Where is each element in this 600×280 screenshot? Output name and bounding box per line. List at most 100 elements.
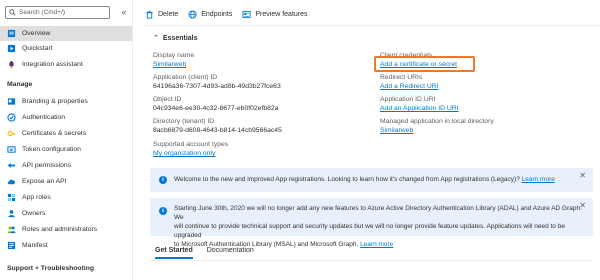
sidebar-item-label: Overview: [22, 30, 51, 37]
delete-label: Delete: [158, 10, 179, 18]
preview-icon: [242, 10, 251, 18]
tab-documentation[interactable]: Documentation: [207, 247, 254, 259]
sidebar-item-label: Certificates & secrets: [22, 130, 87, 137]
managed-app-field: Managed application in local directory S…: [380, 118, 494, 134]
sidebar-item-label: Expose an API: [22, 178, 67, 185]
managed-app-label: Managed application in local directory: [380, 118, 494, 125]
rocket-icon: [7, 60, 16, 69]
app-roles-icon: [7, 193, 16, 202]
display-name-label: Display name: [153, 52, 195, 59]
sidebar-item-manifest[interactable]: Manifest: [0, 238, 132, 253]
sidebar-item-label: Integration assistant: [22, 61, 83, 68]
sidebar-item-authentication[interactable]: Authentication: [0, 110, 132, 125]
sidebar: « Overview Quickstart Integration assist…: [0, 0, 133, 280]
authentication-icon: [7, 113, 16, 122]
search-icon: [9, 9, 16, 16]
manage-section-header: Manage: [7, 81, 33, 88]
display-name-field: Display name Similarweb: [153, 52, 194, 68]
tab-strip: Get Started Documentation: [155, 247, 268, 259]
sidebar-item-certificates[interactable]: Certificates & secrets: [0, 126, 132, 141]
adal-banner-text: Starting June 30th, 2020 we will no long…: [174, 204, 593, 249]
trash-icon: [146, 10, 153, 19]
adal-line-2: will continue to provide technical suppo…: [174, 223, 565, 239]
object-id-value: 04c934e6-ee30-4c32-8677-eb0f02efb82a: [153, 105, 279, 112]
owners-icon: [7, 209, 16, 218]
essentials-title: Essentials: [162, 34, 198, 42]
sidebar-item-label: API permissions: [22, 162, 72, 169]
sidebar-item-roles-administrators[interactable]: Roles and administrators: [0, 222, 132, 237]
cloud-icon: [7, 177, 16, 186]
sidebar-item-label: Authentication: [22, 114, 66, 121]
sidebar-item-owners[interactable]: Owners: [0, 206, 132, 221]
app-id-value: 64196a36-7307-4d93-ad8b-49d3b27fce63: [153, 83, 281, 90]
toolbar-divider: [144, 25, 600, 26]
display-name-link[interactable]: Similarweb: [153, 61, 194, 68]
welcome-learn-more-link[interactable]: Learn more: [522, 176, 555, 183]
essentials-toggle[interactable]: ⌃ Essentials: [153, 34, 198, 43]
redirect-uris-field: Redirect URIs Add a Redirect URI: [380, 74, 439, 90]
endpoints-button[interactable]: Endpoints: [188, 9, 233, 19]
preview-features-button[interactable]: Preview features: [242, 10, 308, 19]
sidebar-item-token-configuration[interactable]: Token configuration: [0, 142, 132, 157]
info-icon: i: [159, 176, 167, 184]
sidebar-item-label: App roles: [22, 194, 51, 201]
adal-deprecation-banner: i Starting June 30th, 2020 we will no lo…: [150, 198, 593, 248]
sidebar-item-label: Quickstart: [22, 45, 53, 52]
welcome-banner-text: Welcome to the new and improved App regi…: [174, 175, 555, 184]
close-icon[interactable]: ✕: [579, 172, 586, 180]
command-bar: Delete Endpoints Preview features: [145, 8, 318, 20]
tenant-id-label: Directory (tenant) ID: [153, 118, 215, 125]
chevron-up-icon: ⌃: [153, 35, 159, 42]
app-id-uri-field: Application ID URI Add an Application ID…: [380, 96, 459, 112]
preview-features-label: Preview features: [255, 10, 308, 18]
endpoints-label: Endpoints: [201, 10, 233, 18]
tabs-divider: [150, 260, 593, 261]
globe-icon: [188, 9, 197, 19]
tenant-id-field: Directory (tenant) ID 8acb6879-d608-4643…: [153, 118, 282, 134]
account-types-link[interactable]: My organization only: [153, 150, 228, 157]
adal-line-1: Starting June 30th, 2020 we will no long…: [174, 205, 582, 221]
sidebar-item-api-permissions[interactable]: API permissions: [0, 158, 132, 173]
adal-learn-more-link[interactable]: Learn more: [360, 241, 393, 248]
branding-icon: [7, 97, 16, 106]
delete-button[interactable]: Delete: [145, 10, 178, 19]
api-permissions-icon: [7, 161, 16, 170]
sidebar-item-overview[interactable]: Overview: [0, 26, 132, 41]
sidebar-item-quickstart[interactable]: Quickstart: [0, 41, 132, 56]
highlight-box: [374, 56, 475, 72]
key-icon: [7, 129, 16, 138]
add-redirect-uri-link[interactable]: Add a Redirect URI: [380, 83, 439, 90]
sidebar-item-label: Owners: [22, 210, 46, 217]
welcome-banner: i Welcome to the new and improved App re…: [150, 168, 593, 192]
sidebar-item-label: Roles and administrators: [22, 226, 98, 233]
app-id-uri-label: Application ID URI: [380, 96, 436, 103]
redirect-uris-label: Redirect URIs: [380, 74, 423, 81]
token-icon: [7, 145, 16, 154]
quickstart-icon: [7, 44, 16, 53]
search-box[interactable]: [5, 6, 110, 19]
sidebar-item-app-roles[interactable]: App roles: [0, 190, 132, 205]
sidebar-item-label: Branding & properties: [22, 98, 88, 105]
account-types-label: Supported account types: [153, 141, 229, 148]
close-icon[interactable]: ✕: [579, 202, 586, 210]
add-app-id-uri-link[interactable]: Add an Application ID URI: [380, 105, 459, 112]
managed-app-link[interactable]: Similarweb: [380, 127, 494, 134]
app-id-field: Application (client) ID 64196a36-7307-4d…: [153, 74, 281, 90]
overview-icon: [7, 29, 16, 38]
object-id-label: Object ID: [153, 96, 182, 103]
search-input[interactable]: [19, 9, 109, 16]
welcome-message: Welcome to the new and improved App regi…: [174, 176, 520, 183]
sidebar-item-expose-api[interactable]: Expose an API: [0, 174, 132, 189]
tab-get-started[interactable]: Get Started: [155, 247, 193, 259]
collapse-sidebar-icon[interactable]: «: [119, 7, 129, 17]
info-icon: i: [159, 207, 167, 215]
sidebar-item-integration-assistant[interactable]: Integration assistant: [0, 57, 132, 72]
object-id-field: Object ID 04c934e6-ee30-4c32-8677-eb0f02…: [153, 96, 278, 112]
sidebar-item-branding[interactable]: Branding & properties: [0, 94, 132, 109]
app-id-label: Application (client) ID: [153, 74, 218, 81]
sidebar-item-label: Manifest: [22, 242, 48, 249]
manifest-icon: [7, 241, 16, 250]
support-section-header: Support + Troubleshooting: [7, 265, 95, 272]
tenant-id-value: 8acb6879-d608-4643-b814-14cb9566ac45: [153, 127, 282, 134]
account-types-field: Supported account types My organization …: [153, 141, 228, 157]
